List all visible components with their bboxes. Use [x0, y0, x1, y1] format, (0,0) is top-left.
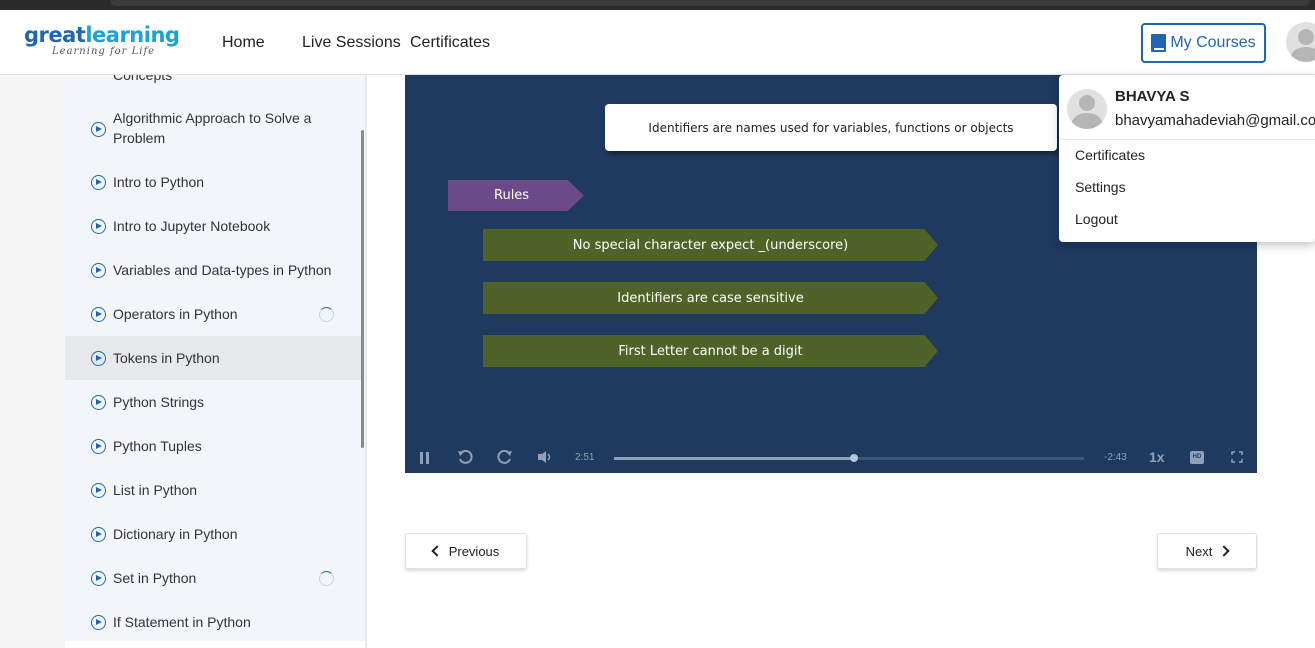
avatar-body: [1072, 113, 1102, 129]
avatar-icon: [1298, 29, 1314, 45]
sidebar-item[interactable]: Intro to Jupyter Notebook: [65, 204, 361, 248]
sidebar-divider: [365, 75, 367, 648]
logo-tagline: Learning for Life: [52, 46, 156, 57]
previous-label: Previous: [448, 543, 500, 559]
next-label: Next: [1185, 543, 1213, 559]
logo[interactable]: greatlearning Learning for Life: [24, 23, 180, 58]
logo-brand-accent: learning: [85, 23, 180, 47]
sidebar-item[interactable]: Algorithmic Approach to Solve a Problem: [65, 105, 361, 149]
sidebar-scrollbar[interactable]: [361, 130, 364, 448]
rewind-icon[interactable]: [457, 449, 473, 465]
timeline-knob[interactable]: [849, 454, 858, 462]
play-circle-icon: [91, 527, 106, 542]
timeline-played: [614, 457, 854, 460]
menu-item-certificates[interactable]: Certificates: [1075, 147, 1145, 163]
divider: [1059, 139, 1315, 140]
browser-address-pill: [110, 0, 1310, 6]
play-circle-icon: [91, 263, 106, 278]
nav-certificates[interactable]: Certificates: [410, 34, 490, 52]
nav-home[interactable]: Home: [222, 34, 265, 52]
previous-button[interactable]: Previous: [405, 533, 527, 569]
menu-item-settings[interactable]: Settings: [1075, 179, 1126, 195]
definition-box: Identifiers are names used for variables…: [605, 104, 1057, 151]
my-courses-button[interactable]: My Courses: [1141, 23, 1266, 63]
video-controls: 2:51 -2:43 1x HD: [405, 443, 1257, 473]
sidebar-item[interactable]: Variables and Data-types in Python: [65, 248, 361, 292]
rule-item: No special character expect _(underscore…: [483, 229, 938, 261]
sidebar-item-label: If Statement in Python: [113, 614, 251, 630]
play-circle-icon: [91, 122, 106, 137]
browser-top-strip: [0, 0, 1315, 10]
course-sidebar: Concepts Algorithmic Approach to Solve a…: [65, 75, 365, 641]
play-circle-icon: [91, 395, 106, 410]
sidebar-partial-item[interactable]: Concepts: [113, 75, 172, 83]
nav-live-sessions[interactable]: Live Sessions: [302, 34, 401, 52]
sidebar-item-label: Intro to Python: [113, 174, 205, 190]
sidebar-item-label: Variables and Data-types in Python: [113, 262, 332, 278]
replay-icon[interactable]: [497, 449, 513, 465]
elapsed-time: 2:51: [575, 452, 595, 463]
remaining-time: -2:43: [1104, 452, 1127, 463]
play-circle-icon: [91, 483, 106, 498]
sidebar-item[interactable]: Operators in Python: [65, 292, 361, 336]
menu-item-logout[interactable]: Logout: [1075, 211, 1118, 227]
play-circle-icon: [91, 219, 106, 234]
sidebar-item-label: Python Tuples: [113, 438, 202, 454]
my-courses-label: My Courses: [1170, 34, 1256, 51]
sidebar-item[interactable]: Python Tuples: [65, 424, 361, 468]
fullscreen-icon[interactable]: [1231, 451, 1243, 463]
avatar-icon: [1079, 95, 1095, 111]
sidebar-item-label: Dictionary in Python: [113, 526, 238, 542]
avatar: [1067, 89, 1107, 129]
user-name: BHAVYA S: [1115, 88, 1190, 105]
hd-toggle[interactable]: HD: [1190, 451, 1204, 464]
sidebar-item-label: Set in Python: [113, 570, 197, 586]
play-circle-icon: [91, 615, 106, 630]
rule-item: Identifiers are case sensitive: [483, 282, 938, 314]
play-circle-icon: [91, 351, 106, 366]
sidebar-item[interactable]: Set in Python: [65, 556, 361, 600]
sidebar-item-label: Tokens in Python: [113, 350, 220, 366]
left-gutter: [0, 75, 65, 648]
playback-speed[interactable]: 1x: [1149, 449, 1165, 465]
pause-icon[interactable]: [419, 451, 431, 465]
logo-brand: greatlearning: [24, 23, 180, 47]
user-email: bhavyamahadeviah@gmail.com: [1115, 112, 1315, 129]
user-menu: BHAVYA S bhavyamahadeviah@gmail.com Cert…: [1059, 75, 1315, 242]
video-timeline[interactable]: [614, 454, 1084, 462]
book-icon: [1151, 34, 1167, 52]
play-circle-icon: [91, 571, 106, 586]
sidebar-item-label: Algorithmic Approach to Solve a Problem: [113, 110, 312, 146]
chevron-left-icon: [431, 545, 443, 557]
play-circle-icon: [91, 307, 106, 322]
sidebar-item[interactable]: Dictionary in Python: [65, 512, 361, 556]
sidebar-item-active[interactable]: Tokens in Python: [65, 336, 361, 380]
sidebar-item-label: Intro to Jupyter Notebook: [113, 218, 271, 234]
sidebar-item[interactable]: If Statement in Python: [65, 600, 361, 641]
sidebar-item-label: Operators in Python: [113, 306, 238, 322]
site-header: greatlearning Learning for Life Home Liv…: [0, 10, 1315, 75]
progress-ring-icon: [319, 571, 334, 586]
logo-brand-main: great: [24, 23, 86, 47]
sidebar-item[interactable]: Python Strings: [65, 380, 361, 424]
sidebar-item[interactable]: List in Python: [65, 468, 361, 512]
volume-icon[interactable]: [537, 450, 553, 464]
sidebar-item[interactable]: Intro to Python: [65, 160, 361, 204]
avatar[interactable]: [1286, 22, 1315, 62]
sidebar-item-label: List in Python: [113, 482, 198, 498]
sidebar-item-label: Python Strings: [113, 394, 205, 410]
next-button[interactable]: Next: [1157, 533, 1257, 569]
rules-heading: Rules: [448, 180, 584, 211]
chevron-right-icon: [1218, 545, 1231, 557]
play-circle-icon: [91, 175, 106, 190]
progress-ring-icon: [319, 307, 334, 322]
rule-item: First Letter cannot be a digit: [483, 335, 938, 367]
avatar-body: [1291, 47, 1315, 62]
play-circle-icon: [91, 439, 106, 454]
